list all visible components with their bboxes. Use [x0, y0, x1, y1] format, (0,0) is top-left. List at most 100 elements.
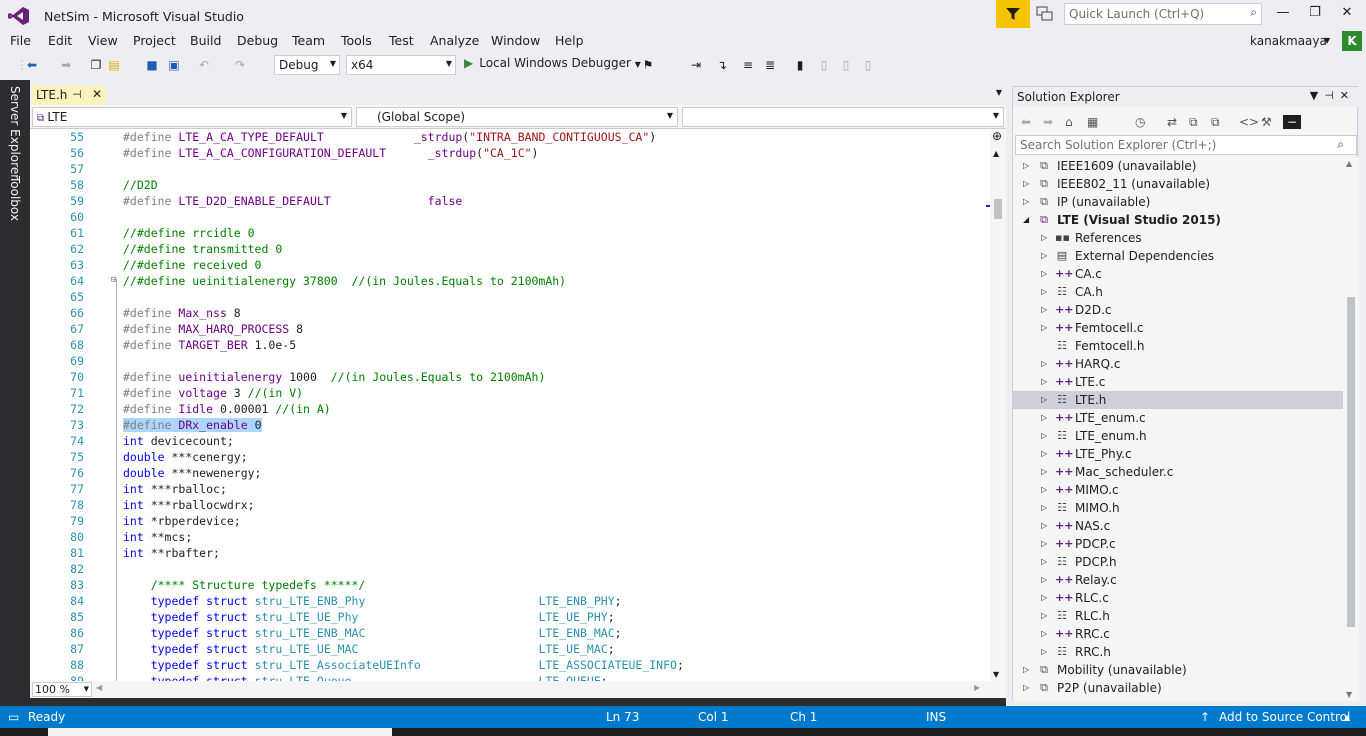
tree-item[interactable]: ▷ ++ RLC.c	[1013, 589, 1343, 607]
expand-arrow-icon[interactable]: ▷	[1023, 661, 1029, 679]
close-button[interactable]: ✕	[1334, 5, 1360, 23]
server-explorer-tab[interactable]: Server Explorer	[8, 86, 22, 179]
collapse-arrow-icon[interactable]: ◢	[1023, 211, 1029, 229]
expand-arrow-icon[interactable]: ▷	[1041, 301, 1047, 319]
tree-item[interactable]: ▷ ☷ LTE.h	[1013, 391, 1343, 409]
tree-item[interactable]: ▷ ☷ CA.h	[1013, 283, 1343, 301]
taskbar-search-box[interactable]	[48, 728, 392, 736]
show-all-files-icon[interactable]: ⧉	[1211, 115, 1220, 130]
tree-item[interactable]: ▷ ++ PDCP.c	[1013, 535, 1343, 553]
pin-icon[interactable]: ⊣	[72, 88, 82, 101]
project-nav-select[interactable]: ⧉ LTE ▼	[32, 107, 352, 127]
close-icon[interactable]: ✕	[92, 87, 102, 101]
tree-item[interactable]: ▷ ++ NAS.c	[1013, 517, 1343, 535]
start-debugging-button[interactable]: ▶ Local Windows Debugger ▼	[464, 56, 641, 70]
tree-item[interactable]: ▷ ++ CA.c	[1013, 265, 1343, 283]
pin-icon[interactable]: ⊣	[1324, 89, 1340, 102]
scroll-thumb[interactable]	[994, 199, 1002, 219]
add-to-source-control-button[interactable]: Add to Source Control	[1219, 710, 1350, 724]
expand-arrow-icon[interactable]: ▷	[1041, 229, 1047, 247]
close-icon[interactable]: ✕	[1340, 89, 1355, 102]
preview-icon[interactable]: −	[1283, 115, 1301, 129]
tree-item[interactable]: ▷ ☷ RLC.h	[1013, 607, 1343, 625]
menu-test[interactable]: Test	[389, 33, 414, 48]
feedback-icon[interactable]	[1036, 6, 1054, 22]
quick-launch-input[interactable]: Quick Launch (Ctrl+Q) ⌕	[1064, 3, 1262, 25]
step-into-icon[interactable]: ⇥	[688, 57, 704, 73]
expand-arrow-icon[interactable]: ▷	[1041, 625, 1047, 643]
tree-item[interactable]: ▷ ⧉ Mobility (unavailable)	[1013, 661, 1343, 679]
expand-arrow-icon[interactable]: ▷	[1041, 481, 1047, 499]
scroll-left-icon[interactable]: ◀	[96, 683, 102, 692]
expand-arrow-icon[interactable]: ▷	[1041, 589, 1047, 607]
tree-item[interactable]: ▷ ⧉ IEEE1609 (unavailable)	[1013, 157, 1343, 175]
menu-tools[interactable]: Tools	[341, 33, 372, 48]
chevron-up-icon[interactable]: ▲	[1344, 713, 1350, 722]
tree-item[interactable]: ▷ ++ D2D.c	[1013, 301, 1343, 319]
expand-arrow-icon[interactable]: ▷	[1041, 409, 1047, 427]
tree-item[interactable]: ▷ ☷ RRC.h	[1013, 643, 1343, 661]
expand-arrow-icon[interactable]: ▷	[1041, 319, 1047, 337]
tab-lte-h[interactable]: LTE.h ⊣ ✕	[32, 86, 106, 105]
tree-item[interactable]: ▷ ++ Relay.c	[1013, 571, 1343, 589]
user-name[interactable]: kanakmaaya	[1250, 34, 1327, 48]
tree-item[interactable]: ▷ ++ LTE.c	[1013, 373, 1343, 391]
tree-item[interactable]: ▷ ++ HARQ.c	[1013, 355, 1343, 373]
prev-bookmark-icon[interactable]: ▯	[816, 57, 832, 73]
expand-arrow-icon[interactable]: ▷	[1041, 283, 1047, 301]
menu-analyze[interactable]: Analyze	[430, 33, 479, 48]
find-in-files-icon[interactable]: ⚑	[640, 57, 656, 73]
uncomment-icon[interactable]: ≣	[762, 57, 778, 73]
menu-build[interactable]: Build	[190, 33, 221, 48]
back-icon[interactable]: ⬅	[1021, 115, 1031, 129]
clear-bookmarks-icon[interactable]: ▯	[860, 57, 876, 73]
view-code-icon[interactable]: <>	[1239, 115, 1259, 129]
open-folder-icon[interactable]: ▤	[106, 57, 122, 73]
tree-item[interactable]: ▷ ⧉ P2P (unavailable)	[1013, 679, 1343, 697]
menu-team[interactable]: Team	[292, 33, 325, 48]
solution-platform-select[interactable]: x64 ▼	[346, 55, 456, 75]
next-bookmark-icon[interactable]: ▯	[838, 57, 854, 73]
menu-view[interactable]: View	[88, 33, 118, 48]
solution-configuration-select[interactable]: Debug ▼	[274, 55, 340, 75]
tree-item[interactable]: ◢ ⧉ LTE (Visual Studio 2015)	[1013, 211, 1343, 229]
tree-item[interactable]: ▷ ☷ LTE_enum.h	[1013, 427, 1343, 445]
expand-arrow-icon[interactable]: ▷	[1041, 391, 1047, 409]
expand-arrow-icon[interactable]: ▷	[1041, 499, 1047, 517]
new-project-icon[interactable]: ❐	[88, 57, 104, 73]
expand-arrow-icon[interactable]: ▷	[1041, 445, 1047, 463]
tab-list-chevron-icon[interactable]: ▼	[996, 88, 1002, 97]
expand-arrow-icon[interactable]: ▷	[1041, 607, 1047, 625]
code-text-area[interactable]: ⊟ 55 #define LTE_A_CA_TYPE_DEFAULT _strdu…	[30, 129, 990, 681]
scroll-down-icon[interactable]: ▼	[1346, 690, 1352, 699]
back-icon[interactable]: ⬅	[24, 57, 40, 73]
tree-item[interactable]: ▷ ☷ MIMO.h	[1013, 499, 1343, 517]
collapse-all-icon[interactable]: ⧉	[1189, 115, 1198, 130]
scroll-right-icon[interactable]: ▶	[974, 683, 980, 692]
expand-arrow-icon[interactable]: ▷	[1023, 175, 1029, 193]
menu-file[interactable]: File	[10, 33, 31, 48]
scroll-up-icon[interactable]: ▲	[1346, 159, 1352, 168]
scroll-up-icon[interactable]: ▲	[993, 149, 999, 158]
scope-nav-select[interactable]: (Global Scope) ▼	[356, 107, 678, 127]
redo-icon[interactable]: ↷	[232, 57, 248, 73]
split-window-icon[interactable]: ⊕	[992, 129, 1002, 143]
tree-item[interactable]: ▷ ++ Femtocell.c	[1013, 319, 1343, 337]
menu-project[interactable]: Project	[133, 33, 176, 48]
sync-icon[interactable]: ⇄	[1167, 115, 1177, 129]
menu-edit[interactable]: Edit	[48, 33, 72, 48]
tree-item[interactable]: ▷ ++ LTE_Phy.c	[1013, 445, 1343, 463]
tree-item[interactable]: ▷ ▪▪ References	[1013, 229, 1343, 247]
expand-arrow-icon[interactable]: ▷	[1041, 355, 1047, 373]
tree-item[interactable]: ▷ ⧉ IP (unavailable)	[1013, 193, 1343, 211]
expand-arrow-icon[interactable]: ▷	[1041, 643, 1047, 661]
tree-item[interactable]: ▷ ++ RRC.c	[1013, 625, 1343, 643]
expand-arrow-icon[interactable]: ▷	[1041, 265, 1047, 283]
solution-search-input[interactable]: Search Solution Explorer (Ctrl+;) ⌕	[1015, 135, 1357, 155]
comment-icon[interactable]: ≡	[740, 57, 756, 73]
tree-item[interactable]: ☷ Femtocell.h	[1013, 337, 1343, 355]
scroll-thumb[interactable]	[1347, 297, 1355, 627]
scroll-down-icon[interactable]: ▼	[993, 670, 999, 679]
menu-debug[interactable]: Debug	[237, 33, 278, 48]
expand-arrow-icon[interactable]: ▷	[1041, 571, 1047, 589]
